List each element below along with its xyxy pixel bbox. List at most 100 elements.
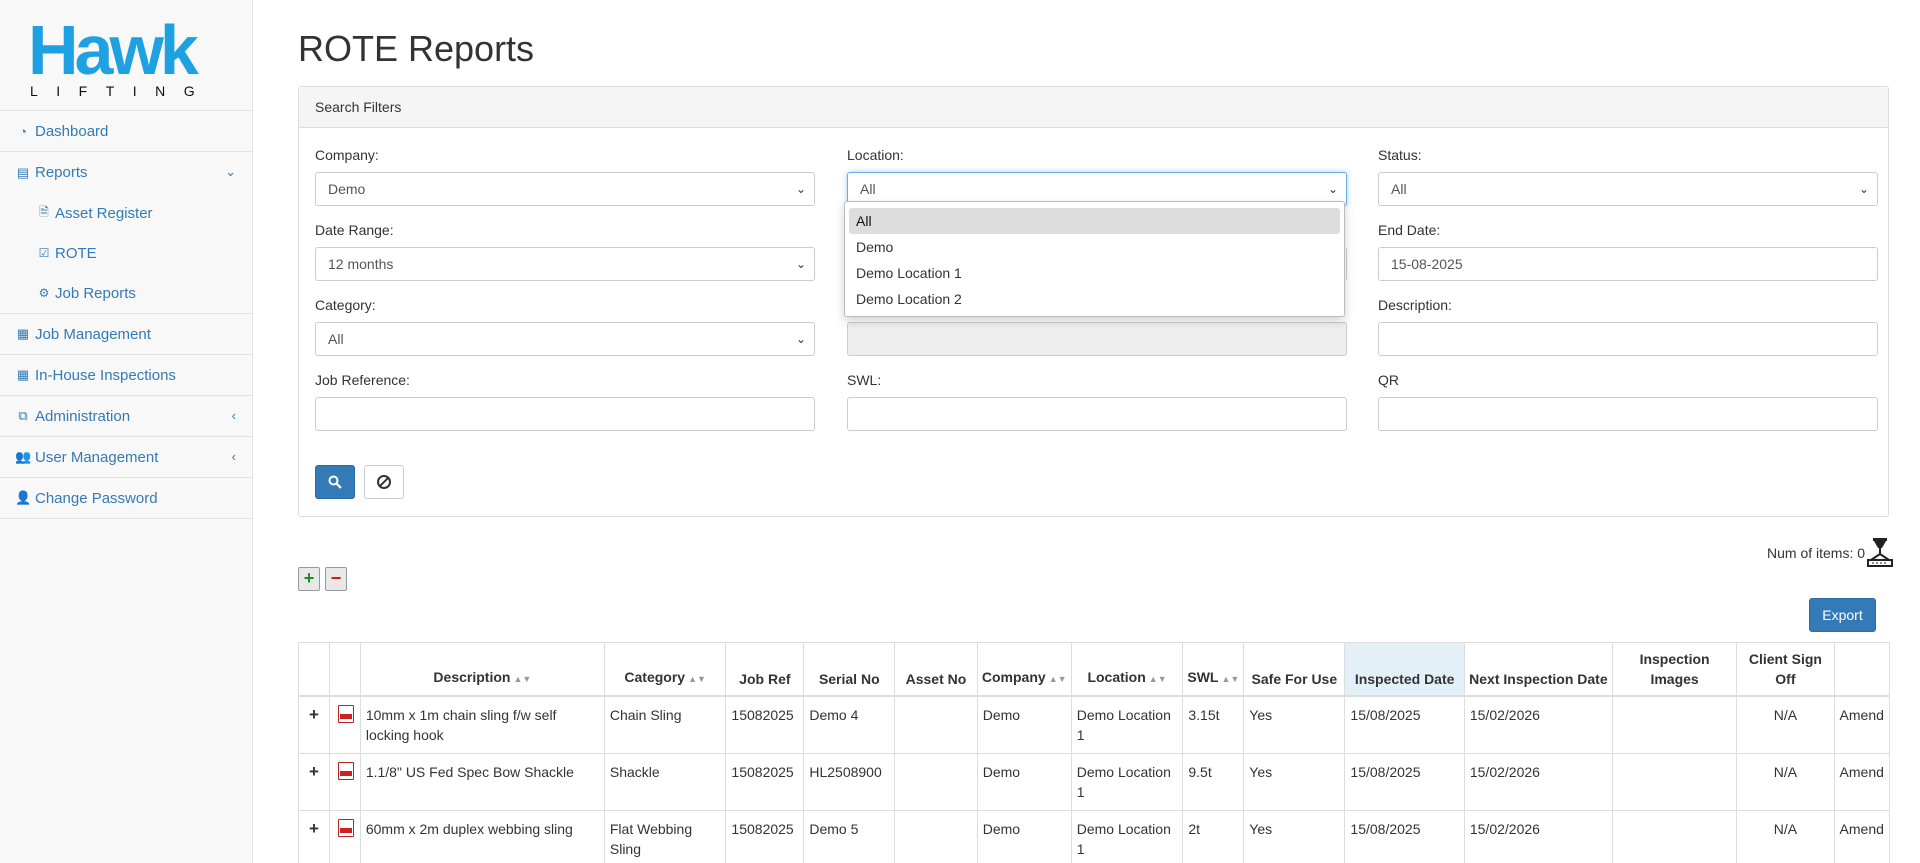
hawk-lifting-logo[interactable]: Hawk LIFTING <box>0 0 252 111</box>
amend-link[interactable]: Amend <box>1833 809 1891 863</box>
plus-icon: + <box>308 761 319 781</box>
cell-serial-no: Demo 5 <box>803 809 896 863</box>
location-option[interactable]: Demo <box>849 234 1340 260</box>
date-range-select[interactable]: 12 months ⌄ <box>315 247 815 281</box>
chevron-down-icon: ⌄ <box>795 182 806 196</box>
sidebar: Hawk LIFTING ◔ Dashboard ▤ Reports ⌄ 🗎 A… <box>0 0 253 863</box>
export-button[interactable]: Export <box>1809 598 1876 632</box>
job-reference-filter: Job Reference: <box>315 372 815 431</box>
sidebar-item-inhouse-inspections[interactable]: ▦ In-House Inspections <box>0 355 252 396</box>
cell-safe-for-use: Yes <box>1243 752 1346 811</box>
ban-icon <box>377 475 391 489</box>
location-option[interactable]: All <box>849 208 1340 234</box>
date-range-filter: Date Range: 12 months ⌄ <box>315 222 815 281</box>
row-expand-button[interactable]: + <box>298 695 330 754</box>
cell-inspection-images <box>1611 809 1738 863</box>
sidebar-item-label: ROTE <box>55 244 97 262</box>
sidebar-item-change-password[interactable]: 👤 Change Password <box>0 478 252 519</box>
description-filter: Description: <box>1378 297 1878 356</box>
cell-inspected-date: 15/08/2025 <box>1344 752 1465 811</box>
row-pdf-cell[interactable] <box>328 752 361 811</box>
sidebar-item-dashboard[interactable]: ◔ Dashboard <box>0 111 252 152</box>
pdf-icon <box>337 704 354 723</box>
column-header-description[interactable]: Description ▲▼ <box>359 642 605 697</box>
status-select[interactable]: All ⌄ <box>1378 172 1878 206</box>
search-icon <box>328 475 342 489</box>
sidebar-item-administration[interactable]: ⧉ Administration ‹ <box>0 396 252 437</box>
cell-location: Demo Location 1 <box>1070 752 1184 811</box>
cell-inspection-images <box>1611 752 1738 811</box>
sidebar-item-label: User Management <box>35 448 159 466</box>
cell-description: 60mm x 2m duplex webbing sling <box>359 809 605 863</box>
chevron-left-icon: ‹ <box>231 449 236 464</box>
gear-icon: ⚙ <box>38 286 50 300</box>
logo-word: Hawk <box>28 11 199 89</box>
qr-label: QR <box>1378 372 1399 388</box>
cell-asset-no <box>894 752 978 811</box>
cell-asset-no <box>894 695 978 754</box>
cell-job-ref: 15082025 <box>725 695 805 754</box>
clear-filters-button[interactable] <box>364 465 404 499</box>
cell-safe-for-use: Yes <box>1243 695 1346 754</box>
search-button[interactable] <box>315 465 355 499</box>
row-expand-button[interactable]: + <box>298 809 330 863</box>
sidebar-item-label: In-House Inspections <box>35 366 176 384</box>
amend-link[interactable]: Amend <box>1833 695 1891 754</box>
minus-icon: − <box>330 568 342 588</box>
qr-input[interactable] <box>1378 397 1878 431</box>
job-reference-label: Job Reference: <box>315 372 410 388</box>
sort-icon: ▲▼ <box>1048 673 1067 684</box>
collapse-all-button[interactable]: − <box>325 567 347 591</box>
cell-job-ref: 15082025 <box>725 752 805 811</box>
sidebar-item-rote[interactable]: ☑ ROTE <box>0 233 252 273</box>
cell-swl: 2t <box>1182 809 1245 863</box>
expand-all-button[interactable]: + <box>298 567 320 591</box>
column-header-inspection-images: Inspection Images <box>1611 642 1738 697</box>
chevron-left-icon: ‹ <box>231 408 236 423</box>
description-input[interactable] <box>1378 322 1878 356</box>
sidebar-item-job-reports[interactable]: ⚙ Job Reports <box>0 273 252 313</box>
cell-inspected-date: 15/08/2025 <box>1344 809 1465 863</box>
amend-link[interactable]: Amend <box>1833 752 1891 811</box>
company-select[interactable]: Demo ⌄ <box>315 172 815 206</box>
sort-icon: ▲▼ <box>1148 673 1167 684</box>
location-option[interactable]: Demo Location 1 <box>849 260 1340 286</box>
column-header-location[interactable]: Location ▲▼ <box>1070 642 1184 697</box>
end-date-field[interactable]: 15-08-2025 <box>1378 247 1878 281</box>
description-label: Description: <box>1378 297 1452 313</box>
location-option[interactable]: Demo Location 2 <box>849 286 1340 312</box>
sidebar-item-reports[interactable]: ▤ Reports ⌄ <box>0 152 252 193</box>
sort-icon: ▲▼ <box>688 673 706 684</box>
cell-next-inspection-date: 15/02/2026 <box>1463 752 1613 811</box>
category-select[interactable]: All ⌄ <box>315 322 815 356</box>
plus-icon: + <box>308 704 319 724</box>
cell-company: Demo <box>976 695 1072 754</box>
job-reference-input[interactable] <box>315 397 815 431</box>
sidebar-item-user-management[interactable]: 👥 User Management ‹ <box>0 437 252 478</box>
cell-next-inspection-date: 15/02/2026 <box>1463 809 1613 863</box>
disabled-field <box>847 322 1347 356</box>
sidebar-item-label: Job Management <box>35 325 151 343</box>
sidebar-item-job-management[interactable]: ▦ Job Management <box>0 314 252 355</box>
row-expand-button[interactable]: + <box>298 752 330 811</box>
row-pdf-cell[interactable] <box>328 809 361 863</box>
sidebar-item-asset-register[interactable]: 🗎 Asset Register <box>0 193 252 233</box>
row-pdf-cell[interactable] <box>328 695 361 754</box>
cell-category: Shackle <box>603 752 727 811</box>
column-header-company[interactable]: Company ▲▼ <box>976 642 1072 697</box>
main-content: ROTE Reports Search Filters Company: Dem… <box>253 0 1920 863</box>
rote-results-table: Description ▲▼ Category ▲▼ Job Ref Serial … <box>298 642 1891 863</box>
swl-input[interactable] <box>847 397 1347 431</box>
end-date-filter: End Date: 15-08-2025 <box>1378 222 1878 281</box>
column-header-swl[interactable]: SWL ▲▼ <box>1182 642 1245 697</box>
plus-icon: + <box>308 818 319 838</box>
table-row: + 1.1/8" US Fed Spec Bow Shackle Shackle… <box>298 752 1891 811</box>
print-icon[interactable] <box>1865 536 1895 568</box>
company-label: Company: <box>315 147 379 163</box>
cell-next-inspection-date: 15/02/2026 <box>1463 695 1613 754</box>
status-value: All <box>1391 181 1407 197</box>
column-header-category[interactable]: Category ▲▼ <box>603 642 727 697</box>
column-header-inspected-date[interactable]: Inspected Date <box>1344 642 1465 697</box>
table-row: + 60mm x 2m duplex webbing sling Flat We… <box>298 809 1891 863</box>
chevron-down-icon: ⌄ <box>1327 182 1338 196</box>
